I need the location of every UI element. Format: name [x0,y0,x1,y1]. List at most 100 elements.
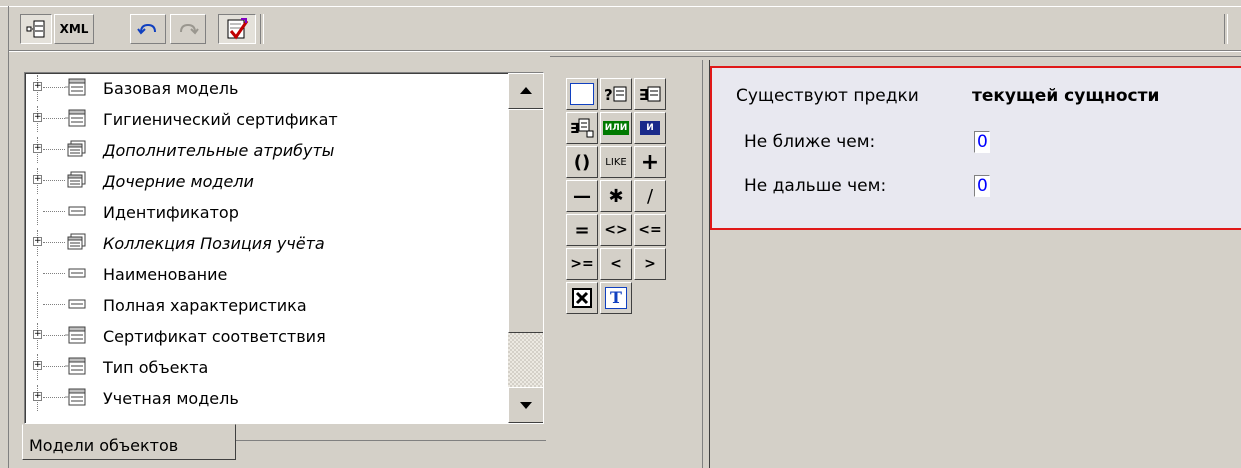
not-equal-button[interactable]: <> [600,214,632,246]
undo-icon [137,23,156,35]
scroll-down-button[interactable] [508,387,543,423]
greater-than-button[interactable]: > [634,248,666,280]
vertical-splitter[interactable] [702,60,710,468]
tab-label: Модели объектов [29,436,179,455]
tree-item[interactable]: + Учетная модель [25,385,505,411]
svg-text:∃: ∃ [570,121,580,137]
exists-ancestor-button[interactable]: ∃ [566,112,598,144]
expand-icon[interactable]: + [33,82,42,91]
expand-icon[interactable]: + [33,175,42,184]
tree-item-label: Коллекция Позиция учёта [103,234,325,253]
greater-equal-label: >= [570,256,594,272]
object-model-tree[interactable]: + Учетная модель + Тип объекта + Сертификат с… [24,72,544,424]
arrow-up-icon [520,87,532,94]
tab-object-models[interactable]: Модели объектов [22,424,236,460]
expand-icon[interactable]: + [33,392,42,401]
toolbar-separator [260,14,264,44]
model-icon [65,78,87,96]
redo-button[interactable] [170,14,206,44]
question-condition-button[interactable]: ? [600,78,632,110]
xml-button[interactable]: XML [54,14,94,44]
less-than-button[interactable]: < [600,248,632,280]
xml-label: XML [59,22,89,36]
tree-item[interactable]: + Дополнительные атрибуты [25,137,505,163]
like-button[interactable]: LIKE [600,146,632,178]
expand-icon[interactable]: + [33,144,42,153]
tree-item[interactable]: + Тип объекта [25,354,505,380]
collection-icon [65,140,87,158]
tree-branch-line [43,366,65,367]
min-distance-label: Не ближе чем: [744,132,876,152]
left-panel-divider [236,440,546,441]
equals-label: = [574,219,590,241]
empty-condition-button[interactable] [566,78,598,110]
tree-item[interactable]: + Коллекция Позиция учёта [25,230,505,256]
and-button[interactable]: И [634,112,666,144]
scroll-up-button[interactable] [508,73,543,109]
expand-icon[interactable]: + [33,237,42,246]
tree-view-icon [26,20,45,38]
ancestor-icon: ∃ [570,118,594,138]
condition-prefix: Существуют предки [736,86,919,106]
tree-item-label: Полная характеристика [103,296,307,315]
equals-button[interactable]: = [566,214,598,246]
tree-item[interactable]: + Дочерние модели [25,168,505,194]
field-icon [65,264,87,282]
exists-condition-button[interactable]: ∃ [634,78,666,110]
tree-item[interactable]: Идентификатор [25,199,505,225]
minus-button[interactable]: — [566,180,598,212]
tree-branch-line [43,335,65,336]
tree-guide-line [37,199,38,225]
undo-button[interactable] [130,14,166,44]
min-distance-input[interactable]: 0 [974,131,990,153]
less-equal-label: <= [638,222,662,238]
or-label: ИЛИ [602,121,630,135]
parens-button[interactable]: () [566,146,598,178]
tree-view-button[interactable] [20,14,52,44]
tree-branch-line [43,242,65,243]
collection-icon [65,171,87,189]
check-button[interactable] [218,14,256,44]
tree-item-label: Идентификатор [103,203,239,222]
expand-icon[interactable]: + [33,113,42,122]
tree-item[interactable]: + Гигиенический сертификат [25,106,505,132]
plus-button[interactable]: + [634,146,666,178]
tree-item[interactable]: Полная характеристика [25,292,505,318]
less-equal-button[interactable]: <= [634,214,666,246]
tree-branch-line [43,149,65,150]
field-icon [65,202,87,220]
tree-item[interactable]: Наименование [25,261,505,287]
tree-scrollbar[interactable] [508,73,543,423]
max-distance-input[interactable]: 0 [974,175,990,197]
operator-palette: ? ∃ ∃ ИЛИ И () LIKE + — ✱ / = <> <= >= <… [550,60,700,400]
delete-condition-button[interactable] [566,282,598,314]
expand-icon[interactable]: + [33,361,42,370]
greater-equal-button[interactable]: >= [566,248,598,280]
tree-item[interactable]: + Базовая модель [25,75,505,101]
tree-item-label: Дочерние модели [103,172,254,191]
expand-icon[interactable]: + [33,330,42,339]
model-icon [65,357,87,375]
condition-editor-empty-area [710,230,1241,468]
splitter-top [1224,14,1228,44]
minus-label: — [573,185,591,207]
multiply-button[interactable]: ✱ [600,180,632,212]
window-top-edge [0,0,1241,7]
less-than-label: < [610,256,622,272]
panel-frame-top [550,56,1241,57]
and-label: И [640,121,660,135]
condition-target[interactable]: текущей сущности [972,86,1159,106]
tree-item-label: Тип объекта [103,358,209,377]
text-constant-button[interactable]: T [600,282,632,314]
question-icon: ? [604,86,627,104]
window-left-edge [8,6,9,468]
arrow-down-icon [520,402,532,409]
delete-box-icon [572,288,592,308]
tree-branch-line [43,211,65,212]
tree-branch-line [43,273,65,274]
tree-branch-line [43,87,65,88]
scroll-thumb[interactable] [508,109,543,333]
tree-item[interactable]: + Сертификат соответствия [25,323,505,349]
or-button[interactable]: ИЛИ [600,112,632,144]
divide-button[interactable]: / [634,180,666,212]
